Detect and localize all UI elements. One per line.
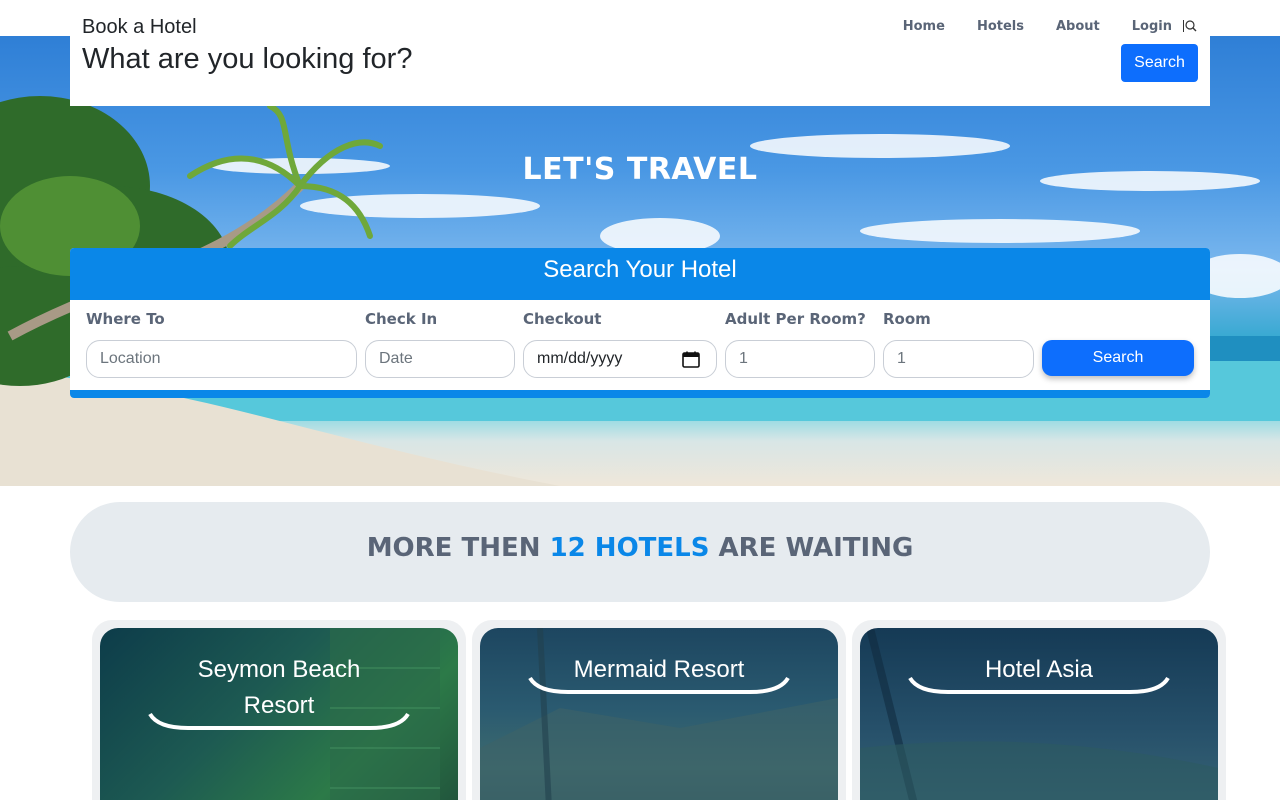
nav-about-link[interactable]: About [1056, 19, 1100, 34]
hotel-card[interactable]: Mermaid Resort [472, 620, 846, 800]
adult-per-room-input[interactable]: 1 [725, 340, 875, 378]
hotel-card-image: Hotel Asia [860, 628, 1218, 800]
search-submit-button[interactable]: Search [1042, 340, 1194, 376]
search-icon[interactable] [1182, 18, 1198, 34]
checkout-date-input[interactable]: mm/dd/yyyy [523, 340, 717, 378]
nav-hotels-link[interactable]: Hotels [977, 19, 1024, 34]
banner-suffix: ARE WAITING [709, 533, 914, 563]
nav-login-link[interactable]: Login [1132, 19, 1172, 34]
hotels-count-banner: MORE THEN 12 HOTELS ARE WAITING [70, 502, 1210, 602]
nav-home-link[interactable]: Home [903, 19, 945, 34]
page-headline: What are you looking for? [82, 43, 413, 75]
hotel-card-image: Mermaid Resort [480, 628, 838, 800]
check-in-label: Check In [365, 310, 438, 328]
room-input[interactable]: 1 [883, 340, 1034, 378]
banner-highlight: 12 HOTELS [549, 533, 710, 563]
site-header: Book a Hotel What are you looking for? H… [70, 0, 1210, 106]
hotel-card[interactable]: Seymon Beach Resort [92, 620, 466, 800]
hotel-search-form: Search Your Hotel Where To Location Chec… [70, 248, 1210, 398]
search-form-footer-bar [70, 390, 1210, 398]
header-search-button[interactable]: Search [1121, 44, 1198, 82]
title-underline-swoosh [908, 676, 1170, 694]
location-input[interactable]: Location [86, 340, 357, 378]
banner-prefix: MORE THEN [366, 533, 550, 563]
adult-per-room-label: Adult Per Room? [725, 310, 866, 328]
calendar-icon[interactable] [682, 351, 700, 368]
where-to-label: Where To [86, 310, 165, 328]
checkout-label: Checkout [523, 310, 602, 328]
brand-title[interactable]: Book a Hotel [82, 16, 197, 39]
hotel-card[interactable]: Hotel Asia [852, 620, 1226, 800]
search-form-heading: Search Your Hotel [70, 248, 1210, 300]
main-nav: Home Hotels About Login [871, 18, 1198, 34]
title-underline-swoosh [528, 676, 790, 694]
checkout-date-value: mm/dd/yyyy [537, 350, 623, 367]
room-label: Room [883, 310, 931, 328]
hotel-card-image: Seymon Beach Resort [100, 628, 458, 800]
hero-title: LET'S TRAVEL [522, 152, 758, 187]
check-in-input[interactable]: Date [365, 340, 515, 378]
title-underline-swoosh [148, 712, 410, 730]
